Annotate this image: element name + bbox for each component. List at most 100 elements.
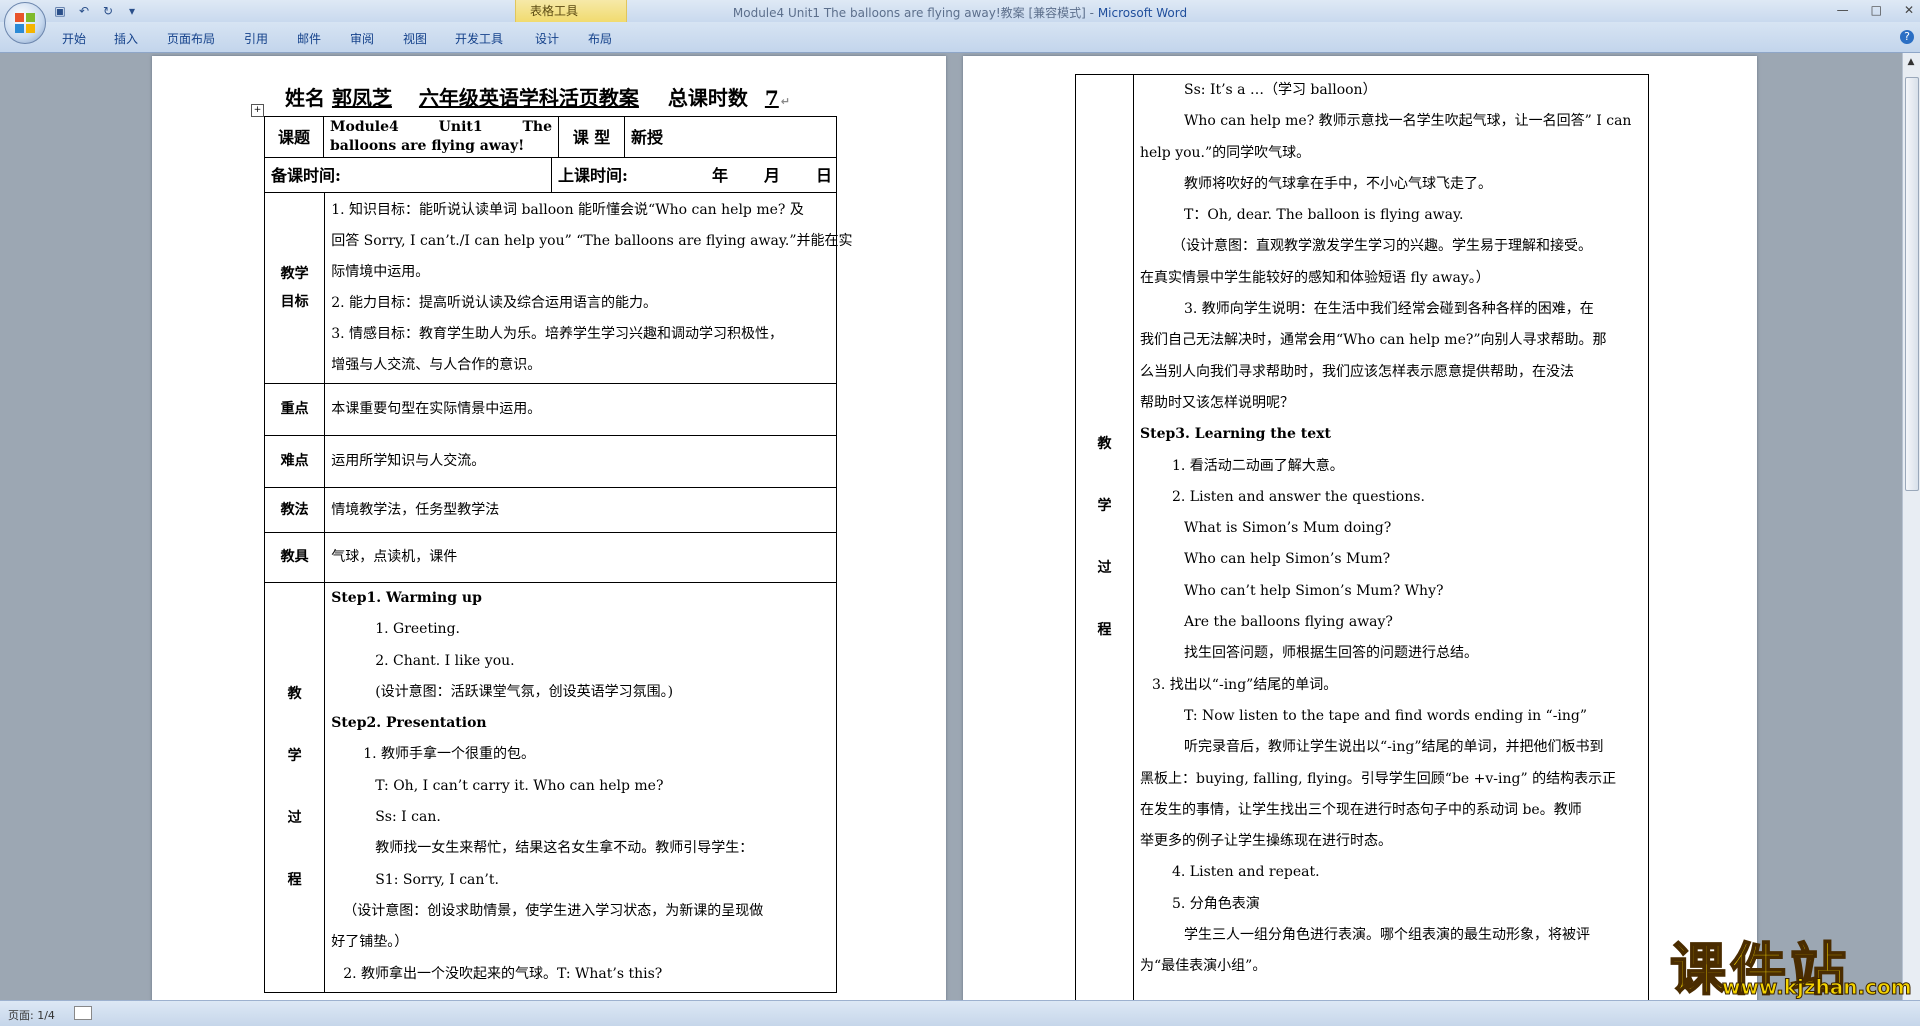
process-cell-continued[interactable]: Ss: It’s a …（学习 balloon） Who can help me… [1133, 74, 1649, 1001]
process-line: 我们自己无法解决时，通常会用“Who can help me?”向别人寻求帮助。… [1140, 332, 1607, 349]
tab-insert[interactable]: 插入 [114, 30, 138, 47]
process-label-char: 教 [287, 685, 302, 702]
time-row: 备课时间: 上课时间: 年 月 日 [264, 157, 837, 193]
goal-line: 回答 Sorry, I can’t./I can help you” “The … [331, 233, 853, 249]
class-time-label: 上课时间: [558, 165, 628, 185]
teaching-method-label: 教法 [263, 487, 326, 533]
process-line: （设计意图：直观教学激发学生学习的兴趣。学生易于理解和接受。 [1172, 238, 1592, 255]
year-label: 年 [712, 165, 729, 185]
prep-time-label: 备课时间: [265, 158, 552, 192]
tab-page-layout[interactable]: 页面布局 [167, 30, 215, 47]
process-line: 1. Greeting. [375, 621, 460, 638]
process-line: T: Oh, I can’t carry it. Who can help me… [375, 777, 664, 794]
page-count[interactable]: 页面: 1/4 [8, 1007, 55, 1023]
lesson-type-value[interactable]: 新授 [625, 117, 836, 157]
goal-line: 3. 情感目标：教育学生助人为乐。培养学生学习兴趣和调动学习积极性， [331, 326, 784, 342]
day-label: 日 [815, 165, 832, 185]
process-line: 么当别人向我们寻求帮助时，我们应该怎样表示愿意提供帮助，在没法 [1140, 363, 1574, 380]
topic-row: 课题 Module4 Unit1 The balloons are flying… [264, 116, 837, 158]
process-line: Step1. Warming up [331, 590, 482, 606]
process-line: 好了铺垫。） [331, 934, 409, 951]
process-line: 教师找一女生来帮忙，结果这名女生拿不动。教师引导学生： [375, 840, 754, 857]
process-line: T：Oh, dear. The balloon is flying away. [1184, 207, 1464, 224]
process-label-char: 学 [1097, 498, 1112, 514]
key-point-value[interactable]: 本课重要句型在实际情景中运用。 [324, 383, 837, 436]
process-line: Who can’t help Simon’s Mum? Why? [1184, 582, 1444, 599]
process-line: 2. Chant. I like you. [375, 652, 515, 669]
office-logo-icon [15, 13, 35, 33]
difficult-point-label: 难点 [263, 435, 326, 488]
process-label-char: 过 [287, 809, 302, 826]
goal-line: 增强与人交流、与人合作的意识。 [331, 357, 542, 373]
process-line: Step2. Presentation [331, 715, 487, 732]
page-heading: 姓名 郭凤芝 六年级英语学科活页教案 总课时数 7 ↵ [285, 82, 790, 111]
scroll-thumb[interactable] [1905, 77, 1919, 491]
tab-view[interactable]: 视图 [403, 30, 427, 47]
process-label-char: 程 [287, 871, 302, 888]
lesson-plan-table-continued: 教学过程 Ss: It’s a …（学习 balloon） Who can he… [1075, 74, 1649, 1001]
watermark-url: www.kjzhan.com [1722, 975, 1913, 1000]
process-line: 听完录音后，教师让学生说出以“-ing”结尾的单词，并把他们板书到 [1184, 739, 1604, 756]
minimize-button[interactable]: — [1837, 3, 1849, 17]
close-button[interactable]: ✕ [1904, 3, 1914, 17]
process-line: 2. 教师拿出一个没吹起来的气球。T: What’s this? [343, 965, 663, 982]
process-line: （设计意图：创设求助情景，使学生进入学习状态，为新课的呈现做 [343, 902, 764, 919]
lesson-plan-table: 课题 Module4 Unit1 The balloons are flying… [263, 116, 853, 993]
tab-home[interactable]: 开始 [62, 30, 86, 47]
process-line: help you.”的同学吹气球。 [1140, 144, 1311, 161]
goals-label-line: 目标 [280, 294, 309, 310]
process-label-char: 过 [1097, 560, 1112, 576]
process-line: 5. 分角色表演 [1172, 895, 1260, 912]
difficult-point-value[interactable]: 运用所学知识与人交流。 [324, 435, 837, 488]
scroll-up-icon[interactable]: ▲ [1905, 57, 1917, 67]
class-date: 年月日 [712, 158, 836, 192]
goal-line: 1. 知识目标：能听说认读单词 balloon 能听懂会说“Who can he… [331, 202, 804, 218]
process-line: Ss: I can. [375, 809, 441, 826]
goals-cell[interactable]: 1. 知识目标：能听说认读单词 balloon 能听懂会说“Who can he… [324, 192, 853, 384]
lesson-type-label: 课 型 [559, 117, 625, 157]
tab-review[interactable]: 审阅 [350, 30, 374, 47]
process-line: 黑板上：buying, falling, flying。引导学生回顾“be +v… [1140, 770, 1617, 787]
process-line: Step3. Learning the text [1140, 426, 1331, 443]
process-line: 帮助时又该怎样说明呢？ [1140, 394, 1294, 411]
process-line: 1. 教师手拿一个很重的包。 [363, 746, 536, 763]
process-line: 学生三人一组分角色进行表演。哪个组表演的最生动形象，将被评 [1184, 927, 1590, 944]
process-label-char: 教 [1097, 436, 1112, 452]
process-line: 3. 教师向学生说明：在生活中我们经常会碰到各种各样的困难，在 [1184, 301, 1594, 318]
process-line: 3. 找出以“-ing”结尾的单词。 [1152, 676, 1338, 693]
process-line: Who can help me? 教师示意找一名学生吹起气球，让一名回答” I … [1184, 113, 1632, 130]
table-move-handle-icon[interactable]: + [251, 104, 264, 117]
process-line: 教师将吹好的气球拿在手中，不小心气球飞走了。 [1184, 175, 1492, 192]
tab-layout[interactable]: 布局 [588, 30, 612, 47]
office-button[interactable] [4, 2, 46, 44]
process-line: S1: Sorry, I can’t. [375, 871, 499, 888]
process-line: 4. Listen and repeat. [1172, 864, 1320, 881]
site-watermark: 课件站 www.kjzhan.com [1669, 925, 1913, 1005]
tab-developer[interactable]: 开发工具 [455, 30, 503, 47]
tab-references[interactable]: 引用 [244, 30, 268, 47]
teacher-name: 郭凤芝 [331, 86, 392, 110]
goals-label: 教学 目标 [263, 192, 326, 384]
tab-design[interactable]: 设计 [535, 30, 559, 47]
process-label-char: 学 [287, 747, 302, 764]
window-title: Module4 Unit1 The balloons are flying aw… [0, 4, 1920, 21]
app-name: Microsoft Word [1097, 6, 1188, 20]
process-line: 为“最佳表演小组”。 [1140, 958, 1267, 975]
process-line: 1. 看活动二动画了解大意。 [1172, 457, 1344, 474]
process-cell[interactable]: Step1. Warming up 1. Greeting. 2. Chant.… [324, 582, 837, 993]
maximize-button[interactable]: □ [1871, 3, 1882, 17]
process-line: 举更多的例子让学生操练现在进行时态。 [1140, 833, 1392, 850]
paragraph-mark: ↵ [780, 95, 791, 108]
process-line: T: Now listen to the tape and find words… [1184, 707, 1588, 724]
tab-mailings[interactable]: 邮件 [297, 30, 321, 47]
process-line: Are the balloons flying away? [1184, 614, 1393, 631]
help-icon[interactable]: ? [1900, 30, 1914, 44]
proofing-icon[interactable] [74, 1006, 92, 1020]
teaching-method-value[interactable]: 情境教学法，任务型教学法 [324, 487, 837, 533]
vertical-scrollbar[interactable]: ▲ [1902, 53, 1920, 1000]
topic-value[interactable]: Module4 Unit1 The balloons are flying aw… [324, 117, 559, 157]
document-name: Module4 Unit1 The balloons are flying aw… [732, 6, 1098, 20]
process-line: 在真实情景中学生能较好的感知和体验短语 fly away。） [1140, 269, 1490, 286]
process-line: 在发生的事情，让学生找出三个现在进行时态句子中的系动词 be。教师 [1140, 801, 1582, 818]
teaching-tools-value[interactable]: 气球，点读机，课件 [324, 532, 837, 583]
